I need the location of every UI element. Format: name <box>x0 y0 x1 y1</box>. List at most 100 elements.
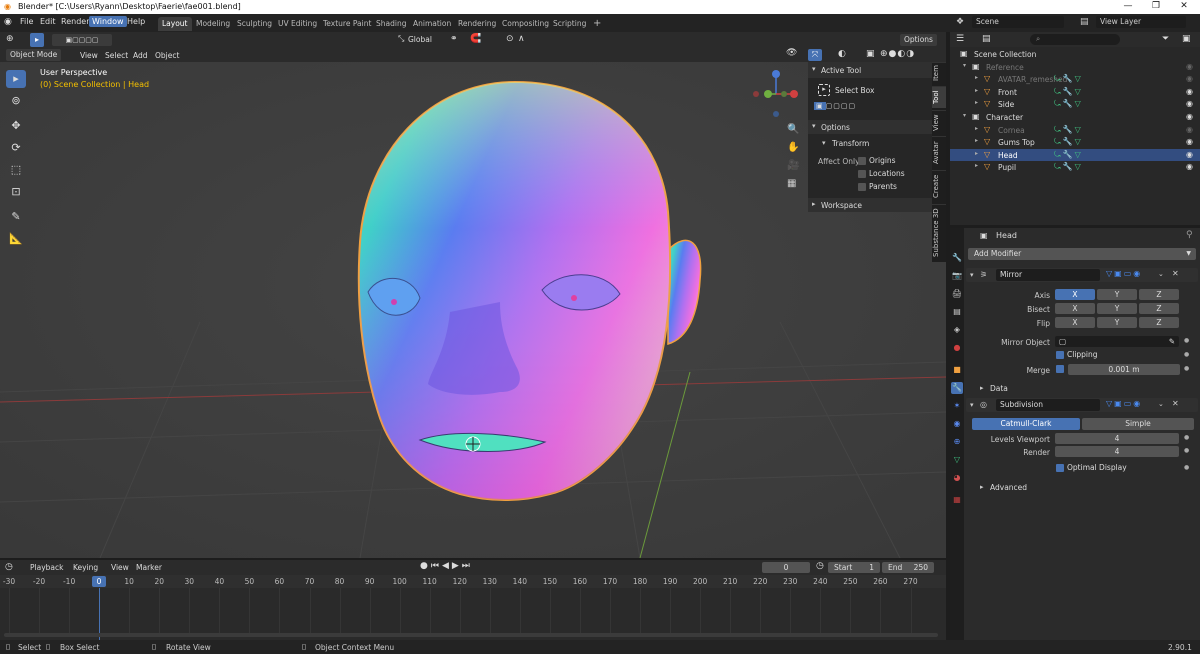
visibility-eye-icon[interactable]: ◉ <box>1186 74 1193 83</box>
remove-modifier-icon[interactable]: ✕ <box>1172 269 1179 278</box>
menu-file[interactable]: File <box>20 17 33 26</box>
tab-item[interactable]: Item <box>932 62 946 84</box>
end-frame-field[interactable]: End 250 <box>882 562 934 573</box>
outliner-row[interactable]: ▸ ▽ Gums Top ⤿🔧▽ ◉ <box>950 136 1200 148</box>
menu-window[interactable]: Window <box>89 16 127 27</box>
menu-edit[interactable]: Edit <box>40 17 56 26</box>
collapse-arrow-icon[interactable]: ▾ <box>970 401 974 409</box>
bisect-y-toggle[interactable]: Y <box>1097 303 1137 314</box>
locations-checkbox[interactable]: Locations <box>858 169 905 178</box>
axis-y-toggle[interactable]: Y <box>1097 289 1137 300</box>
workspace-panel-header[interactable]: ▸ Workspace <box>808 198 932 212</box>
chevron-down-icon[interactable]: ⌄ <box>1158 400 1164 408</box>
collapse-arrow-icon[interactable]: ▾ <box>963 112 966 119</box>
parents-checkbox[interactable]: Parents <box>858 182 897 191</box>
mirror-modifier-header[interactable]: ▾ ⚞ Mirror ▽▣▭◉ ⌄ ✕ <box>966 268 1198 282</box>
axis-z-toggle[interactable]: Z <box>1139 289 1179 300</box>
render-tab-icon[interactable]: 📷 <box>951 270 963 282</box>
visibility-eye-icon[interactable]: ◉ <box>1186 137 1193 146</box>
levels-viewport-field[interactable]: 4 <box>1055 433 1179 444</box>
visibility-eye-icon[interactable]: ◉ <box>1186 62 1193 71</box>
eyedropper-icon[interactable]: ✎ <box>1169 336 1175 347</box>
new-collection-icon[interactable]: ▣ <box>1182 34 1191 44</box>
menu-select[interactable]: Select <box>105 51 128 60</box>
object-data-tab-icon[interactable]: ▽ <box>951 454 963 466</box>
advanced-subpanel[interactable]: Advanced <box>990 483 1027 492</box>
snap-icon[interactable]: 🧲 <box>470 34 481 44</box>
visibility-eye-icon[interactable]: ◉ <box>1186 125 1193 134</box>
playback-controls-icons[interactable]: ●⏮◀▶⏭ <box>420 561 473 571</box>
chevron-down-icon[interactable]: ⌄ <box>1158 270 1164 278</box>
view-layer-field[interactable]: View Layer <box>1096 16 1186 28</box>
tab-scripting[interactable]: Scripting <box>549 17 590 31</box>
visibility-eye-icon[interactable]: ◉ <box>1186 87 1193 96</box>
editor-type-icon[interactable]: ⊕ <box>6 34 14 44</box>
physics-tab-icon[interactable]: ◉ <box>951 418 963 430</box>
particles-tab-icon[interactable]: ✶ <box>951 400 963 412</box>
pin-icon[interactable]: ⚲ <box>1186 230 1193 240</box>
menu-keying[interactable]: Keying <box>73 563 98 572</box>
outliner-row[interactable]: ▣ Scene Collection <box>950 48 1200 60</box>
timeline-area[interactable]: -30 -20 -10 0 10 20 30 40 50 60 70 80 90 100 110 120 130… <box>0 575 946 640</box>
3d-viewport[interactable]: User Perspective (0) Scene Collection | … <box>0 62 946 558</box>
render-levels-field[interactable]: 4 <box>1055 446 1179 457</box>
cursor-tool-icon[interactable]: ⊚ <box>6 92 26 110</box>
navigation-gizmo[interactable] <box>750 68 802 120</box>
tab-texture-paint[interactable]: Texture Paint <box>319 17 375 31</box>
active-tool-panel-header[interactable]: ▾ Active Tool <box>808 62 932 78</box>
animate-dot-icon[interactable]: ● <box>1184 365 1189 372</box>
menu-add[interactable]: Add <box>133 51 148 60</box>
tab-create[interactable]: Create <box>932 170 946 202</box>
data-subpanel[interactable]: Data <box>990 384 1008 393</box>
scene-field[interactable]: Scene <box>972 16 1064 28</box>
start-frame-field[interactable]: Start 1 <box>828 562 880 573</box>
menu-timeline-view[interactable]: View <box>111 563 129 572</box>
clipping-checkbox[interactable]: Clipping <box>1056 350 1098 359</box>
tab-sculpting[interactable]: Sculpting <box>233 17 276 31</box>
selection-mode-icons[interactable]: ▣▢▢▢▢ <box>52 34 112 46</box>
clock-icon[interactable]: ◷ <box>816 561 824 571</box>
outliner-search[interactable]: ⌕ <box>1030 34 1120 45</box>
expand-arrow-icon[interactable]: ▸ <box>975 99 978 106</box>
close-button[interactable]: ✕ <box>1174 1 1194 11</box>
expand-arrow-icon[interactable]: ▸ <box>975 137 978 144</box>
axis-x-toggle[interactable]: X <box>1055 289 1095 300</box>
proportional-edit-icon[interactable]: ⊙ <box>506 34 514 44</box>
expand-arrow-icon[interactable]: ▸ <box>975 150 978 157</box>
outliner-row[interactable]: ▾ ▣ Reference ◉ <box>950 61 1200 73</box>
animate-dot-icon[interactable]: ● <box>1184 337 1189 344</box>
tab-uv-editing[interactable]: UV Editing <box>274 17 321 31</box>
tab-avatar[interactable]: Avatar <box>932 136 946 168</box>
animate-dot-icon[interactable]: ● <box>1184 464 1189 471</box>
outliner-row[interactable]: ▸ ▽ Side ⤿🔧▽ ◉ <box>950 98 1200 110</box>
blender-menu-icon[interactable]: ◉ <box>4 17 12 27</box>
tab-substance-3d[interactable]: Substance 3D <box>932 204 946 260</box>
object-data-icons[interactable]: ⤿🔧▽ <box>1054 150 1083 160</box>
overlay-icon[interactable]: ◐ <box>838 49 846 59</box>
visibility-eye-icon[interactable]: ◉ <box>1186 150 1193 159</box>
collapse-arrow-icon[interactable]: ▾ <box>822 139 826 147</box>
collapse-arrow-icon[interactable]: ▾ <box>963 62 966 69</box>
mirror-name-field[interactable]: Mirror <box>996 269 1100 281</box>
collapse-arrow-icon[interactable]: ▾ <box>970 271 974 279</box>
current-frame-field[interactable]: 0 <box>762 562 810 573</box>
merge-distance-field[interactable]: 0.001 m <box>1068 364 1180 375</box>
menu-marker[interactable]: Marker <box>136 563 162 572</box>
material-tab-icon[interactable]: ◕ <box>951 472 963 484</box>
display-mode-icon[interactable]: ▤ <box>982 34 991 44</box>
menu-object[interactable]: Object <box>155 51 179 60</box>
minimize-button[interactable]: — <box>1118 1 1138 11</box>
rotate-tool-icon[interactable]: ⟳ <box>6 139 26 157</box>
texture-tab-icon[interactable]: ▦ <box>951 494 963 506</box>
outliner-row[interactable]: ▸ ▽ Cornea ⤿🔧▽ ◉ <box>950 124 1200 136</box>
expand-arrow-icon[interactable]: ▸ <box>975 87 978 94</box>
scale-tool-icon[interactable]: ⬚ <box>6 161 26 179</box>
select-mode-icons[interactable]: ▣ ▢▢▢▢ <box>814 102 874 114</box>
menu-help[interactable]: Help <box>127 17 145 26</box>
object-data-icons[interactable]: ⤿🔧▽ <box>1054 87 1083 97</box>
tab-rendering[interactable]: Rendering <box>454 17 500 31</box>
scene-tab-icon[interactable]: ◈ <box>951 324 963 336</box>
modifier-visibility-icons[interactable]: ▽▣▭◉ <box>1106 399 1142 408</box>
select-box-tool-icon[interactable]: ▸ <box>30 33 44 47</box>
flip-z-toggle[interactable]: Z <box>1139 317 1179 328</box>
